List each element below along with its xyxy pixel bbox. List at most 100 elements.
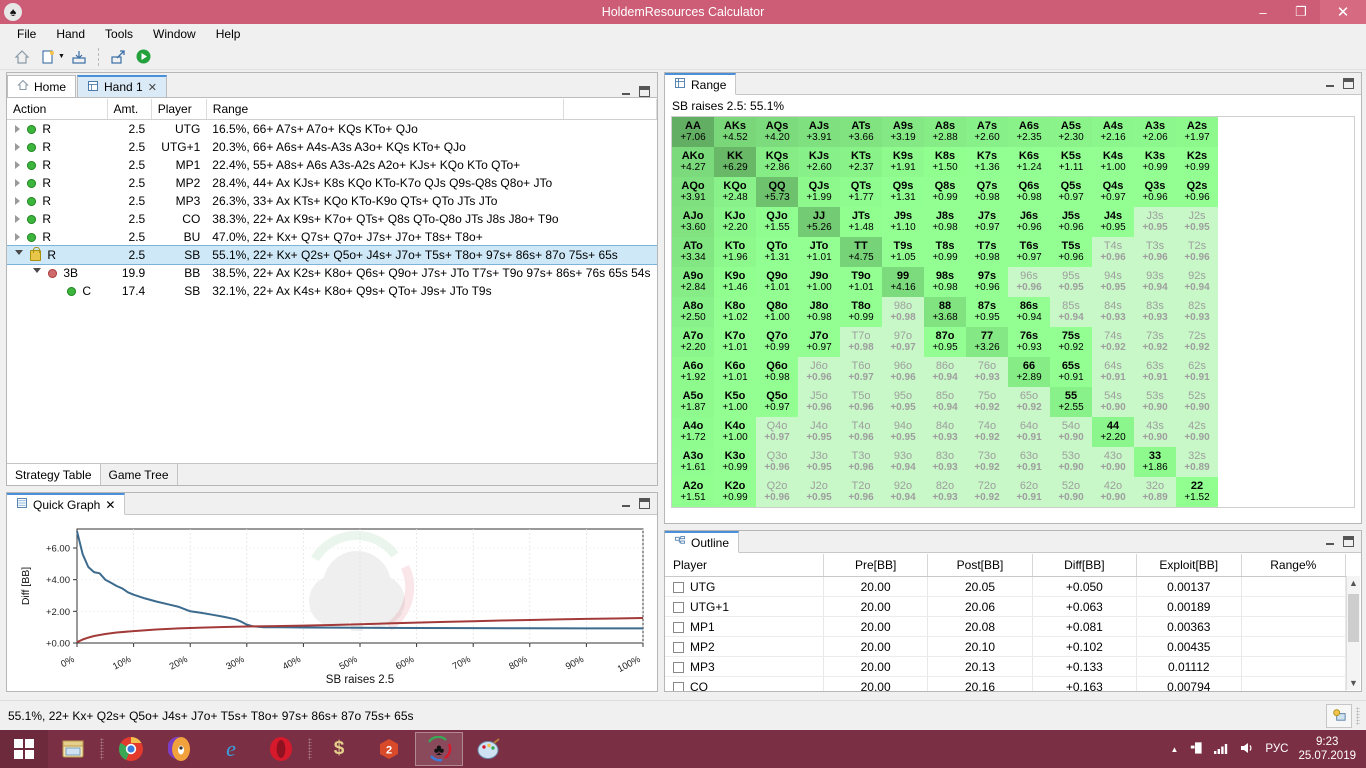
range-cell[interactable]: AQo +3.91 <box>672 177 714 207</box>
range-cell[interactable]: 93o +0.94 <box>882 447 924 477</box>
range-cell[interactable]: 98o +0.98 <box>882 297 924 327</box>
range-cell[interactable]: 95o +0.95 <box>882 387 924 417</box>
range-cell[interactable]: 53s +0.90 <box>1134 387 1176 417</box>
range-cell[interactable]: TT +4.75 <box>840 237 882 267</box>
close-icon[interactable]: ✕ <box>105 498 115 512</box>
range-cell[interactable]: 94o +0.95 <box>882 417 924 447</box>
range-cell[interactable]: 92o +0.94 <box>882 477 924 507</box>
tab-outline[interactable]: Outline <box>665 531 740 553</box>
range-cell[interactable]: T4o +0.96 <box>840 417 882 447</box>
range-cell[interactable]: A8s +2.88 <box>924 117 966 147</box>
range-cell[interactable]: T5o +0.96 <box>840 387 882 417</box>
range-cell[interactable]: KK +6.29 <box>714 147 756 177</box>
scroll-up-icon[interactable]: ▲ <box>1349 578 1358 588</box>
range-cell[interactable]: JJ +5.26 <box>798 207 840 237</box>
range-cell[interactable]: J2o +0.95 <box>798 477 840 507</box>
range-cell[interactable]: 76o +0.93 <box>966 357 1008 387</box>
scrollbar-thumb[interactable] <box>1348 594 1359 642</box>
range-cell[interactable]: J5o +0.96 <box>798 387 840 417</box>
range-cell[interactable]: J7o +0.97 <box>798 327 840 357</box>
range-cell[interactable]: A9s +3.19 <box>882 117 924 147</box>
taskbar-holdem-resources[interactable]: ♣ <box>415 732 463 766</box>
range-cell[interactable]: J4o +0.95 <box>798 417 840 447</box>
range-cell[interactable]: 53o +0.90 <box>1050 447 1092 477</box>
range-cell[interactable]: A6o +1.92 <box>672 357 714 387</box>
range-cell[interactable]: KJs +2.60 <box>798 147 840 177</box>
range-cell[interactable]: 22 +1.52 <box>1176 477 1218 507</box>
range-cell[interactable]: QJo +1.55 <box>756 207 798 237</box>
range-cell[interactable]: 63s +0.91 <box>1134 357 1176 387</box>
taskbar-chrome[interactable] <box>107 732 155 766</box>
range-cell[interactable]: 74o +0.92 <box>966 417 1008 447</box>
minimize-icon[interactable] <box>1325 536 1336 547</box>
tab-home[interactable]: Home <box>7 75 77 97</box>
taskbar-file-explorer[interactable] <box>49 732 97 766</box>
range-cell[interactable]: A6s +2.35 <box>1008 117 1050 147</box>
range-cell[interactable]: K3o +0.99 <box>714 447 756 477</box>
outline-col-pre-bb-[interactable]: Pre[BB] <box>823 554 929 577</box>
range-cell[interactable]: QJs +1.99 <box>798 177 840 207</box>
range-cell[interactable]: J6s +0.96 <box>1008 207 1050 237</box>
scroll-down-icon[interactable]: ▼ <box>1349 678 1358 688</box>
table-row[interactable]: MP3 20.00 20.13 +0.133 0.01112 <box>665 656 1346 677</box>
range-cell[interactable]: Q8o +1.00 <box>756 297 798 327</box>
range-cell[interactable]: 52o +0.90 <box>1050 477 1092 507</box>
range-cell[interactable]: QTo +1.31 <box>756 237 798 267</box>
range-cell[interactable]: K8s +1.50 <box>924 147 966 177</box>
minimize-icon[interactable] <box>621 86 632 97</box>
range-cell[interactable]: 32s +0.89 <box>1176 447 1218 477</box>
range-cell[interactable]: 77 +3.26 <box>966 327 1008 357</box>
range-cell[interactable]: 42o +0.90 <box>1092 477 1134 507</box>
expander-icon[interactable] <box>15 160 20 169</box>
table-row[interactable]: R 2.5 MP1 22.4%, 55+ A8s+ A6s A3s-A2s A2o+ … <box>7 156 657 174</box>
range-cell[interactable]: 43s +0.90 <box>1134 417 1176 447</box>
range-cell[interactable]: A3s +2.06 <box>1134 117 1176 147</box>
range-cell[interactable]: 54s +0.90 <box>1092 387 1134 417</box>
maximize-icon[interactable] <box>1343 536 1354 547</box>
range-cell[interactable]: 33 +1.86 <box>1134 447 1176 477</box>
range-cell[interactable]: K5s +1.11 <box>1050 147 1092 177</box>
range-cell[interactable]: T8o +0.99 <box>840 297 882 327</box>
range-cell[interactable]: AJs +3.91 <box>798 117 840 147</box>
menu-tools[interactable]: Tools <box>96 25 142 43</box>
range-cell[interactable]: 73s +0.92 <box>1134 327 1176 357</box>
range-cell[interactable]: QTs +1.77 <box>840 177 882 207</box>
range-cell[interactable]: T9o +1.01 <box>840 267 882 297</box>
table-row[interactable]: R 2.5 UTG+1 20.3%, 66+ A6s+ A4s-A3s A3o+ KQ… <box>7 138 657 156</box>
range-cell[interactable]: JTs +1.48 <box>840 207 882 237</box>
table-row[interactable]: 3B 19.9 BB 38.5%, 22+ Ax K2s+ K8o+ Q6s+ Q9o… <box>7 264 657 282</box>
table-row[interactable]: UTG+1 20.00 20.06 +0.063 0.00189 <box>665 596 1346 617</box>
range-cell[interactable]: 93s +0.94 <box>1134 267 1176 297</box>
range-cell[interactable]: A4o +1.72 <box>672 417 714 447</box>
export-icon[interactable] <box>106 46 130 68</box>
range-cell[interactable]: 97s +0.96 <box>966 267 1008 297</box>
clock[interactable]: 9:23 25.07.2019 <box>1298 735 1356 764</box>
range-cell[interactable]: Q9o +1.01 <box>756 267 798 297</box>
range-cell[interactable]: Q4o +0.97 <box>756 417 798 447</box>
expander-icon[interactable] <box>33 267 41 277</box>
minimize-button[interactable]: – <box>1244 0 1282 24</box>
table-row[interactable]: R 2.5 SB 55.1%, 22+ Kx+ Q2s+ Q5o+ J4s+ J7o+… <box>7 244 657 265</box>
range-cell[interactable]: Q2s +0.96 <box>1176 177 1218 207</box>
range-cell[interactable]: T9s +1.05 <box>882 237 924 267</box>
tab-range[interactable]: Range <box>665 73 737 95</box>
range-cell[interactable]: J3o +0.95 <box>798 447 840 477</box>
table-row[interactable]: R 2.5 UTG 16.5%, 66+ A7s+ A7o+ KQs KTo+ QJo <box>7 120 657 138</box>
table-row[interactable]: MP2 20.00 20.10 +0.102 0.00435 <box>665 636 1346 657</box>
maximize-button[interactable]: ❐ <box>1282 0 1320 24</box>
range-cell[interactable]: Q2o +0.96 <box>756 477 798 507</box>
outline-col-diff-bb-[interactable]: Diff[BB] <box>1032 554 1138 577</box>
maximize-icon[interactable] <box>639 498 650 509</box>
row-checkbox[interactable] <box>673 621 684 633</box>
range-cell[interactable]: K5o +1.00 <box>714 387 756 417</box>
range-cell[interactable]: T2s +0.96 <box>1176 237 1218 267</box>
volume-icon[interactable] <box>1239 741 1255 758</box>
range-cell[interactable]: A7s +2.60 <box>966 117 1008 147</box>
range-cell[interactable]: 65o +0.92 <box>1008 387 1050 417</box>
range-cell[interactable]: Q3o +0.96 <box>756 447 798 477</box>
new-document-icon[interactable] <box>36 46 60 68</box>
range-cell[interactable]: AKs +4.52 <box>714 117 756 147</box>
range-cell[interactable]: 76s +0.93 <box>1008 327 1050 357</box>
range-cell[interactable]: 83s +0.93 <box>1134 297 1176 327</box>
range-cell[interactable]: T3o +0.96 <box>840 447 882 477</box>
